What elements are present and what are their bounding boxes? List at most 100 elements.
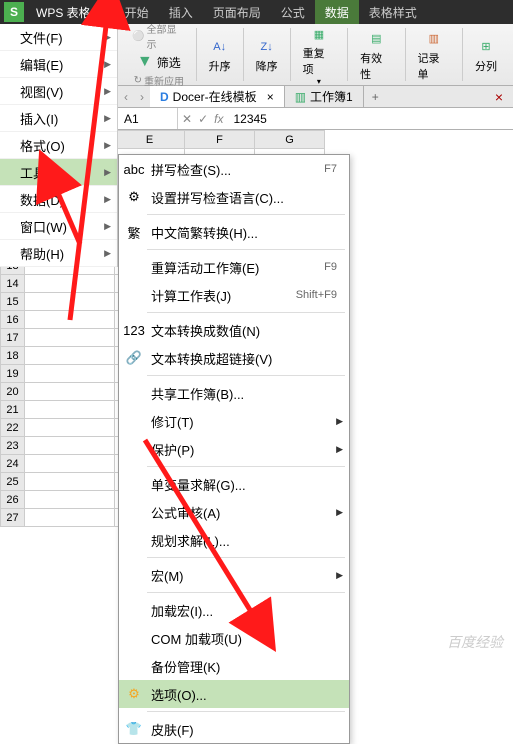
menu-item-label: 规划求解(L)... (151, 531, 230, 550)
sort-desc-button[interactable]: Z↓降序 (250, 34, 284, 76)
row-header-23[interactable]: 23 (1, 437, 25, 455)
submenu-item-0[interactable]: abc拼写检查(S)...F7 (119, 155, 349, 183)
cell[interactable] (25, 329, 115, 347)
formula-bar: A1 ✕ ✓ fx 12345 (118, 108, 513, 130)
submenu-item-1[interactable]: ⚙设置拼写检查语言(C)... (119, 183, 349, 211)
submenu-item-11[interactable]: 共享工作簿(B)... (119, 379, 349, 407)
app-title: WPS 表格 (28, 4, 99, 21)
filemenu-item-4[interactable]: 格式(O)▶ (0, 132, 117, 159)
fx-accept-icon[interactable]: ✓ (198, 112, 208, 126)
filemenu-item-6[interactable]: 数据(D)▶ (0, 186, 117, 213)
row-header-14[interactable]: 14 (1, 275, 25, 293)
chevron-right-icon: ▶ (336, 570, 343, 581)
cell[interactable] (25, 491, 115, 509)
cell[interactable] (25, 455, 115, 473)
ribbon-tab-2[interactable]: 页面布局 (203, 0, 271, 24)
row-header-17[interactable]: 17 (1, 329, 25, 347)
submenu-item-19[interactable]: 宏(M)▶ (119, 561, 349, 589)
submenu-item-13[interactable]: 保护(P)▶ (119, 435, 349, 463)
filemenu-item-7[interactable]: 窗口(W)▶ (0, 213, 117, 240)
col-header-F[interactable]: F (185, 131, 255, 149)
filemenu-item-1[interactable]: 编辑(E)▶ (0, 51, 117, 78)
row-header-24[interactable]: 24 (1, 455, 25, 473)
menu-item-icon: abc (125, 160, 143, 178)
cell[interactable] (25, 365, 115, 383)
menu-item-icon: 123 (125, 321, 143, 339)
submenu-item-22[interactable]: COM 加载项(U) (119, 624, 349, 652)
cell[interactable] (25, 419, 115, 437)
filemenu-item-8[interactable]: 帮助(H)▶ (0, 240, 117, 267)
menu-item-icon: 🔗 (125, 349, 143, 367)
sheet-icon: ▥ (295, 90, 306, 104)
fx-icon[interactable]: fx (214, 112, 223, 126)
sort-asc-icon: A↓ (209, 36, 231, 58)
filemenu-item-3[interactable]: 插入(I)▶ (0, 105, 117, 132)
doctab-workbook[interactable]: ▥工作簿1 (285, 86, 364, 107)
cell[interactable] (25, 437, 115, 455)
submenu-item-23[interactable]: 备份管理(K) (119, 652, 349, 680)
chevron-right-icon: ▶ (104, 167, 111, 178)
submenu-item-15[interactable]: 单变量求解(G)... (119, 470, 349, 498)
col-header-G[interactable]: G (255, 131, 325, 149)
duplicates-icon: ▦ (308, 23, 330, 45)
submenu-item-8[interactable]: 123文本转换成数值(N) (119, 316, 349, 344)
cell[interactable] (25, 509, 115, 527)
filter-icon: ▼ (137, 53, 153, 71)
filemenu-item-2[interactable]: 视图(V)▶ (0, 78, 117, 105)
menu-item-label: 修订(T) (151, 412, 194, 431)
submenu-item-24[interactable]: ⚙选项(O)... (119, 680, 349, 708)
split-icon: ⊞ (475, 36, 497, 58)
submenu-item-6[interactable]: 计算工作表(J)Shift+F9 (119, 281, 349, 309)
close-icon[interactable]: × (267, 90, 274, 104)
split-button[interactable]: ⊞分列 (469, 34, 503, 76)
menu-item-label: COM 加载项(U) (151, 629, 242, 648)
row-header-18[interactable]: 18 (1, 347, 25, 365)
app-dropdown-icon[interactable]: ▾ (99, 5, 115, 19)
submenu-item-9[interactable]: 🔗文本转换成超链接(V) (119, 344, 349, 372)
file-menu: 文件(F)▶编辑(E)▶视图(V)▶插入(I)▶格式(O)▶工具(T)▶数据(D… (0, 24, 118, 267)
submenu-item-12[interactable]: 修订(T)▶ (119, 407, 349, 435)
submenu-item-3[interactable]: 繁中文简繁转换(H)... (119, 218, 349, 246)
row-header-27[interactable]: 27 (1, 509, 25, 527)
submenu-item-26[interactable]: 👕皮肤(F) (119, 715, 349, 743)
col-header-E[interactable]: E (115, 131, 185, 149)
cell[interactable] (25, 401, 115, 419)
filter-label[interactable]: 筛选 (157, 54, 181, 71)
doctab-docer[interactable]: DDocer-在线模板× (150, 86, 285, 107)
row-header-16[interactable]: 16 (1, 311, 25, 329)
ribbon-tab-5[interactable]: 表格样式 (359, 0, 427, 24)
doctab-nav-left[interactable]: ‹ (118, 90, 134, 104)
filemenu-item-5[interactable]: 工具(T)▶ (0, 159, 117, 186)
submenu-item-16[interactable]: 公式审核(A)▶ (119, 498, 349, 526)
validity-button[interactable]: ▤有效性 (354, 26, 398, 84)
cell[interactable] (25, 347, 115, 365)
row-header-26[interactable]: 26 (1, 491, 25, 509)
row-header-20[interactable]: 20 (1, 383, 25, 401)
filemenu-item-0[interactable]: 文件(F)▶ (0, 24, 117, 51)
submenu-item-17[interactable]: 规划求解(L)... (119, 526, 349, 554)
duplicates-button[interactable]: ▦重复项▾ (297, 21, 341, 88)
submenu-item-5[interactable]: 重算活动工作簿(E)F9 (119, 253, 349, 281)
cell[interactable] (25, 293, 115, 311)
show-all-button[interactable]: ⚪全部显示 (128, 19, 190, 53)
add-tab-button[interactable]: + (364, 90, 387, 104)
cell[interactable] (25, 383, 115, 401)
row-header-21[interactable]: 21 (1, 401, 25, 419)
cell[interactable] (25, 473, 115, 491)
row-header-15[interactable]: 15 (1, 293, 25, 311)
doctab-nav-right[interactable]: › (134, 90, 150, 104)
row-header-19[interactable]: 19 (1, 365, 25, 383)
chevron-right-icon: ▶ (104, 221, 111, 232)
menu-item-icon: ⚙ (125, 685, 143, 703)
record-button[interactable]: ▥记录单 (412, 26, 456, 84)
formula-value[interactable]: 12345 (227, 112, 272, 126)
cell[interactable] (25, 275, 115, 293)
submenu-item-21[interactable]: 加载宏(I)... (119, 596, 349, 624)
close-all-button[interactable]: × (485, 89, 513, 105)
cell-reference[interactable]: A1 (118, 108, 178, 129)
row-header-22[interactable]: 22 (1, 419, 25, 437)
fx-cancel-icon[interactable]: ✕ (182, 112, 192, 126)
cell[interactable] (25, 311, 115, 329)
row-header-25[interactable]: 25 (1, 473, 25, 491)
sort-asc-button[interactable]: A↓升序 (203, 34, 237, 76)
